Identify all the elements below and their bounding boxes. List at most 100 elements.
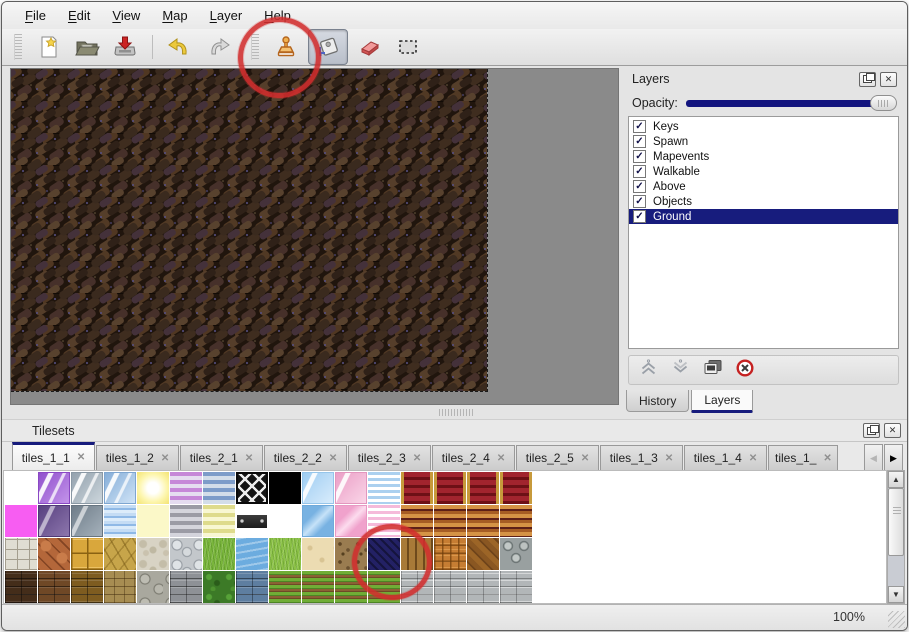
layer-visibility-checkbox[interactable]: ✓ <box>633 180 646 193</box>
opacity-slider-track[interactable] <box>686 100 895 107</box>
layer-visibility-checkbox[interactable]: ✓ <box>633 120 646 133</box>
palette-tile-curtain-red[interactable] <box>434 472 466 504</box>
palette-tile-lattice[interactable] <box>236 472 268 504</box>
layers-close-button[interactable]: ✕ <box>880 72 897 87</box>
palette-tile-glass-slate[interactable] <box>71 505 103 537</box>
layer-visibility-checkbox[interactable]: ✓ <box>633 195 646 208</box>
tileset-tab-tiles_2_5[interactable]: tiles_2_5✕ <box>516 445 599 470</box>
tab-close-icon[interactable]: ✕ <box>161 453 169 464</box>
tileset-tab-tiles_1_4[interactable]: tiles_1_4✕ <box>684 445 767 470</box>
tileset-tab-tiles_1_[interactable]: tiles_1_✕ <box>768 445 838 470</box>
opacity-slider[interactable] <box>686 95 897 111</box>
redo-button[interactable] <box>202 31 234 63</box>
duplicate-layer-button[interactable] <box>703 359 723 381</box>
palette-tile-brick-brown[interactable] <box>38 571 70 603</box>
palette-tile-grass-bright[interactable] <box>269 538 301 570</box>
tab-close-icon[interactable]: ✕ <box>77 452 85 463</box>
palette-tile-glow-yellow[interactable] <box>137 472 169 504</box>
open-file-button[interactable] <box>71 31 103 63</box>
palette-tile-grass[interactable] <box>203 538 235 570</box>
palette-tile-brick-light[interactable] <box>434 571 466 603</box>
tab-close-icon[interactable]: ✕ <box>665 453 673 464</box>
tileset-tab-tiles_2_2[interactable]: tiles_2_2✕ <box>264 445 347 470</box>
palette-tile-gold-tiles[interactable] <box>71 538 103 570</box>
palette-tile-stripe-bluewhite[interactable] <box>368 472 400 504</box>
toolbar-drag-handle[interactable] <box>14 34 22 60</box>
palette-scrollbar[interactable]: ▲ ▼ <box>887 470 905 604</box>
palette-tile-awning-orange[interactable] <box>467 505 499 537</box>
move-layer-up-button[interactable] <box>639 359 658 381</box>
palette-tile-pebbles-light[interactable] <box>137 538 169 570</box>
palette-tile-curtain-red[interactable] <box>500 472 532 504</box>
tilesets-close-button[interactable]: ✕ <box>884 423 901 438</box>
palette-tile-brick-gold[interactable] <box>71 571 103 603</box>
tileset-tab-tiles_2_1[interactable]: tiles_2_1✕ <box>180 445 263 470</box>
tab-close-icon[interactable]: ✕ <box>581 453 589 464</box>
map-ground-tiles[interactable] <box>11 69 488 392</box>
palette-tile-pale-yellow[interactable] <box>137 505 169 537</box>
palette-tile-water[interactable] <box>236 538 268 570</box>
palette-tile-metal-plate[interactable] <box>236 505 268 537</box>
palette-tile-magenta[interactable] <box>5 505 37 537</box>
tab-scroll-left-button[interactable]: ◀ <box>864 444 883 472</box>
dock-tab-history[interactable]: History <box>626 390 689 412</box>
palette-tile-logs-gray[interactable] <box>500 538 532 570</box>
layer-row-keys[interactable]: ✓Keys <box>629 119 898 134</box>
palette-tile-brick-blue[interactable] <box>236 571 268 603</box>
tab-close-icon[interactable]: ✕ <box>497 453 505 464</box>
palette-tile-pane-pink[interactable] <box>335 505 367 537</box>
eraser-tool-button[interactable] <box>354 31 386 63</box>
layer-visibility-checkbox[interactable]: ✓ <box>633 135 646 148</box>
palette-tile-glass-rose[interactable] <box>335 472 367 504</box>
menu-file[interactable]: File <box>14 4 57 27</box>
undo-button[interactable] <box>164 31 196 63</box>
palette-tile-stripe-pink[interactable] <box>170 472 202 504</box>
map-canvas[interactable] <box>10 68 619 405</box>
palette-tile-cobble-gray[interactable] <box>137 571 169 603</box>
delete-layer-button[interactable] <box>736 359 754 382</box>
layer-row-objects[interactable]: ✓Objects <box>629 194 898 209</box>
menu-view[interactable]: View <box>101 4 151 27</box>
palette-tile-awning-orange[interactable] <box>500 505 532 537</box>
palette-tile-water-ripple[interactable] <box>104 505 136 537</box>
palette-tile-stone-blocks[interactable] <box>5 538 37 570</box>
palette-tile-stripe-blue[interactable] <box>203 472 235 504</box>
layer-row-walkable[interactable]: ✓Walkable <box>629 164 898 179</box>
palette-tile-glass-gray[interactable] <box>71 472 103 504</box>
scrollbar-thumb[interactable] <box>888 488 904 556</box>
layer-visibility-checkbox[interactable]: ✓ <box>633 165 646 178</box>
tab-close-icon[interactable]: ✕ <box>245 453 253 464</box>
layer-visibility-checkbox[interactable]: ✓ <box>633 210 646 223</box>
palette-tile-curtain-red[interactable] <box>467 472 499 504</box>
tileset-tab-tiles_1_1[interactable]: tiles_1_1✕ <box>12 442 95 470</box>
palette-tile-brick-darkbrown[interactable] <box>5 571 37 603</box>
palette-tile-stones-gray[interactable] <box>170 538 202 570</box>
tab-close-icon[interactable]: ✕ <box>413 453 421 464</box>
palette-tile-field-rows[interactable] <box>269 571 301 603</box>
layer-row-spawn[interactable]: ✓Spawn <box>629 134 898 149</box>
palette-tile-herringbone[interactable] <box>467 538 499 570</box>
layer-row-mapevents[interactable]: ✓Mapevents <box>629 149 898 164</box>
menu-layer[interactable]: Layer <box>199 4 254 27</box>
tileset-tab-tiles_1_2[interactable]: tiles_1_2✕ <box>96 445 179 470</box>
palette-tile-awning-orange[interactable] <box>434 505 466 537</box>
layer-visibility-checkbox[interactable]: ✓ <box>633 150 646 163</box>
new-file-button[interactable] <box>33 31 65 63</box>
tileset-tab-tiles_1_3[interactable]: tiles_1_3✕ <box>600 445 683 470</box>
palette-tile-glass-purple[interactable] <box>38 472 70 504</box>
tileset-tab-tiles_2_3[interactable]: tiles_2_3✕ <box>348 445 431 470</box>
layer-row-above[interactable]: ✓Above <box>629 179 898 194</box>
tilesets-float-button[interactable] <box>863 423 880 438</box>
palette-tile-brick-light[interactable] <box>500 571 532 603</box>
palette-tile-stripe-gray[interactable] <box>170 505 202 537</box>
move-layer-down-button[interactable] <box>671 359 690 381</box>
scroll-down-button[interactable]: ▼ <box>888 586 904 603</box>
menu-map[interactable]: Map <box>151 4 198 27</box>
layer-row-ground[interactable]: ✓Ground <box>629 209 898 224</box>
palette-tile-brick-gray[interactable] <box>170 571 202 603</box>
palette-tile-hedge[interactable] <box>203 571 235 603</box>
palette-tile-stone-gold[interactable] <box>104 538 136 570</box>
scroll-up-button[interactable]: ▲ <box>888 471 904 488</box>
opacity-slider-thumb[interactable] <box>870 95 897 111</box>
palette-tile-curtain-red[interactable] <box>401 472 433 504</box>
